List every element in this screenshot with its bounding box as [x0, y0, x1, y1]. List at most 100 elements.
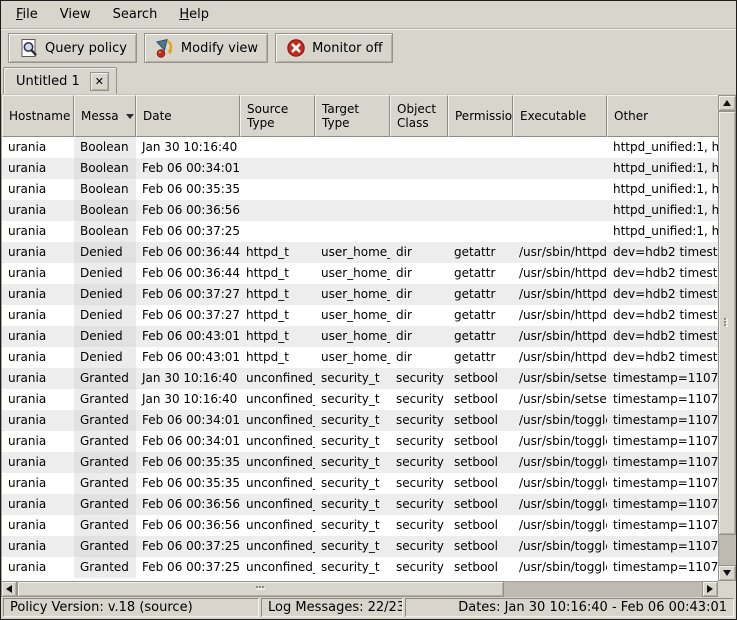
- table-row[interactable]: uraniaDeniedFeb 06 00:36:44httpd_tuser_h…: [2, 242, 718, 263]
- table-cell: [513, 179, 607, 200]
- grip-icon: [724, 318, 726, 320]
- table-row[interactable]: uraniaDeniedFeb 06 00:43:01httpd_tuser_h…: [2, 326, 718, 347]
- column-header-label: Date: [143, 109, 172, 123]
- table-cell: timestamp=11071: [607, 368, 718, 389]
- scroll-up-button[interactable]: [718, 95, 736, 111]
- table-cell: Denied: [74, 347, 136, 368]
- table-cell: security: [390, 368, 448, 389]
- table-cell: [240, 158, 315, 179]
- table-cell: setbool: [448, 536, 513, 557]
- table-body: uraniaBooleanJan 30 10:16:40httpd_unifie…: [2, 137, 718, 581]
- table-cell: /usr/sbin/httpd: [513, 263, 607, 284]
- table-cell: user_home_: [315, 347, 390, 368]
- table-cell: httpd_t: [240, 263, 315, 284]
- column-header-source-type[interactable]: Source Type: [240, 95, 315, 137]
- horizontal-scrollbar[interactable]: [1, 581, 718, 597]
- table-cell: security: [390, 536, 448, 557]
- column-header-permission[interactable]: Permission: [448, 95, 513, 137]
- column-header-object-class[interactable]: Object Class: [390, 95, 448, 137]
- monitor-off-button[interactable]: Monitor off: [275, 33, 392, 63]
- query-policy-button[interactable]: Query policy: [8, 33, 137, 63]
- table-row[interactable]: uraniaGrantedFeb 06 00:36:56unconfined_s…: [2, 515, 718, 536]
- column-header-date[interactable]: Date: [136, 95, 240, 137]
- table-cell: Boolean: [74, 137, 136, 158]
- table-cell: Granted: [74, 536, 136, 557]
- table-cell: [390, 158, 448, 179]
- table-cell: setbool: [448, 389, 513, 410]
- column-header-other[interactable]: Other: [607, 95, 718, 137]
- scroll-down-button[interactable]: [718, 565, 736, 581]
- table-row[interactable]: uraniaGrantedFeb 06 00:36:56unconfined_s…: [2, 494, 718, 515]
- table-cell: [448, 137, 513, 158]
- vertical-scrollbar[interactable]: [718, 95, 736, 581]
- table-row[interactable]: uraniaBooleanFeb 06 00:36:56httpd_unifie…: [2, 200, 718, 221]
- table-row[interactable]: uraniaBooleanFeb 06 00:35:35httpd_unifie…: [2, 179, 718, 200]
- close-icon[interactable]: ✕: [90, 72, 109, 91]
- table-row[interactable]: uraniaGrantedFeb 06 00:34:01unconfined_s…: [2, 410, 718, 431]
- table-cell: [390, 221, 448, 242]
- table-row[interactable]: uraniaGrantedFeb 06 00:35:35unconfined_s…: [2, 452, 718, 473]
- table-cell: security: [390, 515, 448, 536]
- table-cell: urania: [2, 284, 74, 305]
- table-cell: security: [390, 389, 448, 410]
- table-cell: urania: [2, 200, 74, 221]
- table-cell: dir: [390, 347, 448, 368]
- table-cell: urania: [2, 263, 74, 284]
- scroll-left-button[interactable]: [1, 581, 17, 597]
- table-cell: httpd_t: [240, 242, 315, 263]
- vertical-scrollbar-thumb[interactable]: [718, 111, 736, 535]
- table-row[interactable]: uraniaGrantedFeb 06 00:35:35unconfined_s…: [2, 473, 718, 494]
- modify-view-label: Modify view: [181, 41, 258, 56]
- column-header-hostname[interactable]: Hostname: [2, 95, 74, 137]
- column-header-label: Executable: [520, 109, 586, 123]
- table-row[interactable]: uraniaBooleanFeb 06 00:37:25httpd_unifie…: [2, 221, 718, 242]
- table-cell: security_t: [315, 431, 390, 452]
- menu-search[interactable]: Search: [102, 3, 169, 26]
- table-cell: urania: [2, 242, 74, 263]
- table-cell: urania: [2, 326, 74, 347]
- table-cell: [390, 179, 448, 200]
- table-row[interactable]: uraniaGrantedFeb 06 00:37:25unconfined_s…: [2, 536, 718, 557]
- table-cell: Granted: [74, 389, 136, 410]
- scroll-right-button[interactable]: [702, 581, 718, 597]
- table-row[interactable]: uraniaGrantedFeb 06 00:34:01unconfined_s…: [2, 431, 718, 452]
- menu-view[interactable]: View: [49, 3, 102, 26]
- table-cell: timestamp=11076: [607, 536, 718, 557]
- table-cell: unconfined_: [240, 494, 315, 515]
- table-cell: [448, 200, 513, 221]
- table-cell: Feb 06 00:36:56: [136, 494, 240, 515]
- table-cell: Feb 06 00:36:56: [136, 515, 240, 536]
- column-header-label: Other: [614, 109, 648, 123]
- table-cell: dev=hdb2 timesta: [607, 326, 718, 347]
- table-cell: Denied: [74, 326, 136, 347]
- table-row[interactable]: uraniaBooleanJan 30 10:16:40httpd_unifie…: [2, 137, 718, 158]
- horizontal-scrollbar-thumb[interactable]: [17, 581, 504, 597]
- menu-help[interactable]: Help: [168, 3, 220, 26]
- table-row[interactable]: uraniaGrantedFeb 06 00:37:25unconfined_s…: [2, 557, 718, 578]
- tab-untitled-1[interactable]: Untitled 1 ✕: [3, 67, 117, 94]
- table-cell: timestamp=11076: [607, 557, 718, 578]
- table-cell: security: [390, 473, 448, 494]
- table-cell: [315, 179, 390, 200]
- table-cell: /usr/sbin/httpd: [513, 284, 607, 305]
- table-cell: /usr/sbin/setseb: [513, 389, 607, 410]
- table-row[interactable]: uraniaBooleanFeb 06 00:34:01httpd_unifie…: [2, 158, 718, 179]
- table-row[interactable]: uraniaGrantedJan 30 10:16:40unconfined_s…: [2, 389, 718, 410]
- modify-view-button[interactable]: Modify view: [144, 33, 268, 63]
- table-row[interactable]: uraniaDeniedFeb 06 00:43:01httpd_tuser_h…: [2, 347, 718, 368]
- table-cell: timestamp=11076: [607, 473, 718, 494]
- menu-file[interactable]: File: [5, 3, 49, 26]
- table-cell: dev=hdb2 timesta: [607, 263, 718, 284]
- table-cell: /usr/sbin/setseb: [513, 368, 607, 389]
- column-header-target-type[interactable]: Target Type: [315, 95, 390, 137]
- column-header-executable[interactable]: Executable: [513, 95, 607, 137]
- table-cell: urania: [2, 389, 74, 410]
- table-cell: [240, 179, 315, 200]
- table-row[interactable]: uraniaDeniedFeb 06 00:36:44httpd_tuser_h…: [2, 263, 718, 284]
- table-row[interactable]: uraniaDeniedFeb 06 00:37:27httpd_tuser_h…: [2, 284, 718, 305]
- table-row[interactable]: uraniaDeniedFeb 06 00:37:27httpd_tuser_h…: [2, 305, 718, 326]
- table-cell: security: [390, 410, 448, 431]
- column-header-messa[interactable]: Messa: [74, 95, 136, 137]
- table-row[interactable]: uraniaGrantedJan 30 10:16:40unconfined_s…: [2, 368, 718, 389]
- table-cell: [240, 137, 315, 158]
